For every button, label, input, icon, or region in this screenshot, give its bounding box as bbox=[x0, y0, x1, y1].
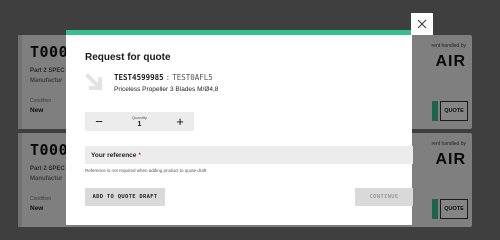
quantity-increment-button[interactable]: + bbox=[166, 112, 194, 131]
product-name: Priceless Propeller 3 Blades M/Ø4,8 bbox=[114, 86, 219, 93]
arrow-down-right-icon bbox=[85, 73, 103, 91]
reference-input[interactable] bbox=[85, 146, 413, 164]
continue-button[interactable]: CONTINUE bbox=[355, 188, 413, 206]
product-code-separator: : bbox=[165, 73, 171, 82]
close-icon bbox=[417, 19, 427, 29]
reference-field: Your reference * bbox=[85, 146, 413, 164]
request-quote-modal: Request for quote TEST4599985: TEST0AFL5 … bbox=[66, 30, 413, 225]
modal-close-button[interactable] bbox=[411, 13, 433, 35]
quantity-display[interactable]: Quantity 1 bbox=[113, 114, 166, 128]
modal-title: Request for quote bbox=[85, 52, 171, 63]
quantity-decrement-button[interactable]: − bbox=[85, 112, 113, 131]
add-to-quote-draft-button[interactable]: ADD TO QUOTE DRAFT bbox=[85, 188, 165, 206]
reference-hint: Reference is not required when adding pr… bbox=[85, 168, 207, 173]
quantity-label: Quantity bbox=[132, 114, 147, 120]
product-code-alternate: TEST0AFL5 bbox=[172, 73, 213, 82]
modal-accent-bar bbox=[66, 30, 412, 35]
product-code-primary: TEST4599985 bbox=[114, 73, 164, 82]
quantity-stepper: − Quantity 1 + bbox=[85, 112, 194, 131]
product-code: TEST4599985: TEST0AFL5 bbox=[114, 73, 213, 82]
quantity-value: 1 bbox=[137, 120, 142, 128]
